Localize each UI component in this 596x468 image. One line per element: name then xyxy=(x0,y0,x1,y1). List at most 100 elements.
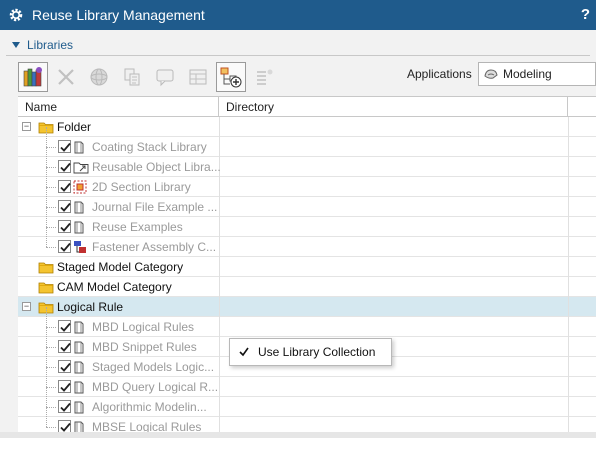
folder-link-icon xyxy=(73,160,89,177)
tree-row-label: Reusable Object Libra... xyxy=(92,160,221,174)
column-separator xyxy=(219,397,220,417)
tree-connector xyxy=(46,387,47,407)
tree-item-row[interactable]: 2D Section Library xyxy=(18,167,596,197)
tree-item-row[interactable]: MBD Logical Rules xyxy=(18,307,596,337)
column-separator xyxy=(219,177,220,197)
tree-connector xyxy=(46,227,56,228)
tree-connector xyxy=(46,347,56,348)
tree-row-label: MBD Logical Rules xyxy=(92,320,195,334)
tree-row-label: Fastener Assembly C... xyxy=(92,240,217,254)
tree-connector xyxy=(46,407,56,408)
tree-connector xyxy=(46,367,56,368)
tree-row-label: Staged Models Logic... xyxy=(92,360,215,374)
column-separator xyxy=(219,237,220,257)
library-checkbox[interactable] xyxy=(58,220,71,233)
column-separator xyxy=(568,117,569,137)
copy-documents-button[interactable] xyxy=(117,62,147,92)
bottom-strip xyxy=(0,432,596,438)
layout-button[interactable] xyxy=(183,62,213,92)
library-book-icon xyxy=(73,400,85,417)
column-separator xyxy=(568,217,569,237)
library-book-icon xyxy=(73,220,85,237)
comment-button[interactable] xyxy=(150,62,180,92)
library-book-icon xyxy=(73,360,85,377)
settings-list-button[interactable] xyxy=(249,62,279,92)
library-checkbox[interactable] xyxy=(58,140,71,153)
library-checkbox[interactable] xyxy=(58,160,71,173)
tree-folder-row[interactable]: Staged Model Category xyxy=(18,257,596,277)
column-separator xyxy=(219,297,220,317)
title-bar: Reuse Library Management ? xyxy=(0,0,596,30)
column-separator xyxy=(568,397,569,417)
model-sphere-button[interactable] xyxy=(84,62,114,92)
column-separator xyxy=(219,337,220,357)
column-header-directory[interactable]: Directory xyxy=(219,97,568,117)
tree-item-row[interactable]: Coating Stack Library xyxy=(18,127,596,157)
tree-connector xyxy=(46,307,47,327)
column-separator xyxy=(568,317,569,337)
libraries-section-toggle[interactable]: Libraries xyxy=(12,36,73,54)
library-checkbox[interactable] xyxy=(58,240,71,253)
chat-bubble-icon xyxy=(156,69,174,87)
column-separator xyxy=(219,357,220,377)
column-separator xyxy=(219,197,220,217)
tree-item-row[interactable]: Journal File Example ... xyxy=(18,187,596,217)
tree-connector xyxy=(46,327,56,328)
tree-item-row[interactable]: MBD Query Logical R... xyxy=(18,367,596,397)
delete-x-icon xyxy=(58,69,74,85)
tree-connector xyxy=(46,147,56,148)
column-separator xyxy=(219,117,220,137)
tree-folder-row[interactable]: − Logical Rule xyxy=(18,297,596,317)
tree-folder-row[interactable]: CAM Model Category xyxy=(18,277,596,297)
library-checkbox[interactable] xyxy=(58,200,71,213)
tree-row-label: MBD Query Logical R... xyxy=(92,380,219,394)
column-separator xyxy=(568,137,569,157)
folder-icon xyxy=(38,280,54,297)
library-checkbox[interactable] xyxy=(58,380,71,393)
library-checkbox[interactable] xyxy=(58,360,71,373)
delete-button[interactable] xyxy=(51,62,81,92)
tree-folder-row[interactable]: − Folder xyxy=(18,117,596,137)
tree-connector xyxy=(46,187,56,188)
library-checkbox[interactable] xyxy=(58,180,71,193)
tree-item-row[interactable]: Reusable Object Libra... xyxy=(18,147,596,177)
tree-row-label: Folder xyxy=(57,120,92,134)
tree-item-row[interactable]: Algorithmic Modelin... xyxy=(18,387,596,417)
column-separator xyxy=(568,297,569,317)
settings-list-icon xyxy=(257,69,273,85)
tree-connector xyxy=(46,227,47,247)
help-button[interactable]: ? xyxy=(581,6,590,23)
context-menu: Use Library Collection xyxy=(229,338,392,366)
tree-connector xyxy=(46,127,47,147)
applications-select[interactable]: Modeling xyxy=(478,62,596,86)
libraries-panel: Libraries Applications Modeling Name Dir… xyxy=(0,30,596,468)
tree-row-label: Coating Stack Library xyxy=(92,140,207,154)
column-separator xyxy=(219,377,220,397)
tree-item-row[interactable]: Reuse Examples xyxy=(18,207,596,237)
library-checkbox[interactable] xyxy=(58,320,71,333)
tree-connector xyxy=(46,407,47,427)
library-book-icon xyxy=(73,380,85,397)
tree-connector xyxy=(46,187,47,207)
library-book-icon xyxy=(73,340,85,357)
tree-row-label: Staged Model Category xyxy=(57,260,184,274)
library-checkbox[interactable] xyxy=(58,400,71,413)
column-separator xyxy=(568,337,569,357)
column-header-name[interactable]: Name xyxy=(18,97,219,117)
window-title: Reuse Library Management xyxy=(32,7,205,23)
tree-connector xyxy=(46,427,56,428)
tree-row-label: Algorithmic Modelin... xyxy=(92,400,207,414)
tree-item-row[interactable]: Fastener Assembly C... xyxy=(18,227,596,257)
gear-icon xyxy=(9,8,23,22)
collapse-toggle-icon[interactable]: − xyxy=(22,122,31,131)
library-books-button[interactable] xyxy=(18,62,48,92)
menu-item-use-library-collection[interactable]: Use Library Collection xyxy=(258,345,375,359)
add-collection-button[interactable] xyxy=(216,62,246,92)
collapse-toggle-icon[interactable]: − xyxy=(22,302,31,311)
library-checkbox[interactable] xyxy=(58,340,71,353)
column-separator xyxy=(219,137,220,157)
column-separator xyxy=(219,257,220,277)
library-book-icon xyxy=(73,320,85,337)
column-separator xyxy=(219,217,220,237)
column-separator xyxy=(568,237,569,257)
